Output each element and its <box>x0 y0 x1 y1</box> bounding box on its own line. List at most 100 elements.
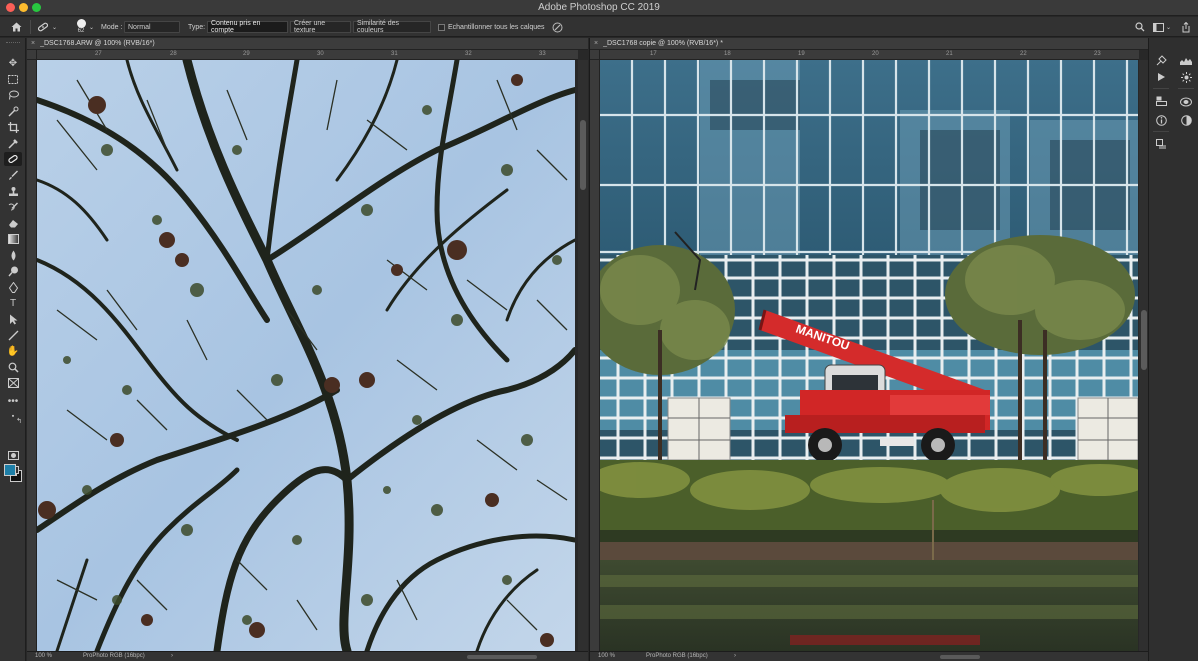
scroll-thumb[interactable] <box>580 120 586 190</box>
home-icon <box>11 22 21 32</box>
mode-select[interactable]: Normal <box>124 21 180 33</box>
healing-brush-icon[interactable] <box>4 152 22 166</box>
document-window-copy[interactable]: × _DSC1768 copie @ 100% (RVB/16*) * 17 1… <box>589 38 1149 661</box>
libraries-panel-icon[interactable] <box>1154 95 1168 107</box>
histogram-panel-icon[interactable] <box>1179 54 1193 66</box>
ruler-label: 33 <box>539 51 546 57</box>
marquee-icon[interactable] <box>4 72 22 86</box>
ruler-label: 18 <box>724 51 731 57</box>
swap-colors-icon[interactable]: ↰ <box>14 414 24 428</box>
ruler-label: 21 <box>946 51 953 57</box>
home-button[interactable] <box>6 17 26 37</box>
line-icon[interactable] <box>4 328 22 342</box>
eyedropper-icon[interactable] <box>4 136 22 150</box>
info-panel-icon[interactable] <box>1154 114 1168 126</box>
mask-panel-icon[interactable] <box>1179 114 1193 126</box>
horizontal-scroll-thumb[interactable] <box>940 655 980 659</box>
hand-icon[interactable]: ✋ <box>4 344 22 358</box>
adjustments-panel-icon[interactable] <box>1179 71 1193 83</box>
actions-panel-icon[interactable] <box>1154 71 1168 83</box>
vertical-scrollbar[interactable] <box>578 60 588 651</box>
history-brush-icon[interactable] <box>4 200 22 214</box>
vertical-ruler[interactable] <box>27 60 37 651</box>
document-status-bar: 100 % ProPhoto RGB (16bpc) › <box>27 651 588 661</box>
clone-stamp-icon[interactable] <box>4 184 22 198</box>
close-tab-icon[interactable]: × <box>594 40 598 47</box>
document-tab-title: _DSC1768 copie @ 100% (RVB/16*) * <box>603 40 723 47</box>
brush-tip-preview <box>76 19 86 28</box>
horizontal-ruler[interactable]: 27 28 29 30 31 32 33 <box>37 50 578 60</box>
ruler-label: 27 <box>95 51 102 57</box>
tree-branches-photo <box>37 60 575 651</box>
zoom-level[interactable]: 100 % <box>598 653 615 659</box>
status-menu-arrow[interactable]: › <box>734 653 736 659</box>
crop-icon[interactable] <box>4 120 22 134</box>
panel-grip[interactable] <box>6 42 20 44</box>
zoom-level[interactable]: 100 % <box>35 653 52 659</box>
tools-panel: ✥ T ✋ ••• ▪ ↰ <box>0 38 26 661</box>
pressure-icon <box>552 22 562 32</box>
workspace-switcher[interactable]: ⌄ <box>1152 17 1172 37</box>
type-proximity-match-button[interactable]: Similarité des couleurs <box>353 20 431 34</box>
photoshop-window: Adobe Photoshop CC 2019 ⌄ 62 ⌄ Mode : No… <box>0 0 1198 661</box>
mode-label: Mode : <box>101 23 123 31</box>
healing-brush-icon <box>37 22 49 32</box>
foreground-color-swatch[interactable] <box>4 464 16 476</box>
divider <box>1178 88 1194 89</box>
color-profile: ProPhoto RGB (16bpc) <box>83 653 145 659</box>
share-button[interactable] <box>1178 17 1194 37</box>
path-select-icon[interactable] <box>4 312 22 326</box>
more-tools-icon[interactable]: ••• <box>4 394 22 408</box>
properties-panel-icon[interactable] <box>1154 138 1168 150</box>
ruler-origin[interactable] <box>590 50 600 60</box>
brush-pressure-button[interactable] <box>549 17 565 37</box>
move-icon[interactable]: ✥ <box>4 56 22 70</box>
gradient-icon[interactable] <box>4 232 22 246</box>
horizontal-ruler[interactable]: 17 18 19 20 21 22 23 <box>600 50 1139 60</box>
search-button[interactable] <box>1133 17 1147 37</box>
tool-preset-picker[interactable]: ⌄ <box>36 17 62 37</box>
chevron-down-icon[interactable]: ⌄ <box>89 17 94 37</box>
search-icon <box>1135 22 1145 32</box>
eraser-icon[interactable] <box>4 216 22 230</box>
close-tab-icon[interactable]: × <box>31 40 35 47</box>
image-canvas[interactable]: MANITOU <box>600 60 1138 651</box>
sample-all-layers-checkbox[interactable] <box>438 24 445 31</box>
type-content-aware-button[interactable]: Contenu pris en compte <box>207 20 288 34</box>
pen-icon[interactable] <box>4 280 22 294</box>
color-profile: ProPhoto RGB (16bpc) <box>646 653 708 659</box>
image-canvas[interactable] <box>37 60 575 651</box>
brushes-panel-icon[interactable] <box>1154 54 1168 66</box>
document-window-original[interactable]: × _DSC1768.ARW @ 100% (RVB/16*) 27 28 29… <box>27 38 588 661</box>
document-tab[interactable]: × _DSC1768.ARW @ 100% (RVB/16*) <box>27 38 588 50</box>
document-status-bar: 100 % ProPhoto RGB (16bpc) › <box>590 651 1148 661</box>
window-title: Adobe Photoshop CC 2019 <box>538 2 660 13</box>
options-bar: ⌄ 62 ⌄ Mode : Normal Type: Contenu pris … <box>0 17 1198 37</box>
status-menu-arrow[interactable]: › <box>171 653 173 659</box>
ruler-label: 30 <box>317 51 324 57</box>
zoom-icon[interactable] <box>4 360 22 374</box>
frame-icon[interactable] <box>4 376 22 390</box>
quick-mask-icon[interactable] <box>4 448 22 462</box>
workspace-icon <box>1152 22 1164 32</box>
document-tab[interactable]: × _DSC1768 copie @ 100% (RVB/16*) * <box>590 38 1148 50</box>
lasso-icon[interactable] <box>4 88 22 102</box>
panel-dock <box>1148 38 1198 661</box>
ruler-label: 20 <box>872 51 879 57</box>
dock-column-2 <box>1174 38 1198 661</box>
brush-icon[interactable] <box>4 168 22 182</box>
vertical-ruler[interactable] <box>590 60 600 651</box>
blur-icon[interactable] <box>4 248 22 262</box>
channels-panel-icon[interactable] <box>1179 96 1193 108</box>
chevron-down-icon: ⌄ <box>52 24 58 31</box>
ruler-origin[interactable] <box>27 50 37 60</box>
scroll-thumb[interactable] <box>1141 310 1147 370</box>
ruler-label: 17 <box>650 51 657 57</box>
quick-select-icon[interactable] <box>4 104 22 118</box>
type-icon[interactable]: T <box>4 296 22 310</box>
ruler-label: 19 <box>798 51 805 57</box>
title-bar: Adobe Photoshop CC 2019 <box>0 0 1198 16</box>
dodge-icon[interactable] <box>4 264 22 278</box>
type-create-texture-button[interactable]: Créer une texture <box>290 20 351 34</box>
horizontal-scroll-thumb[interactable] <box>467 655 537 659</box>
